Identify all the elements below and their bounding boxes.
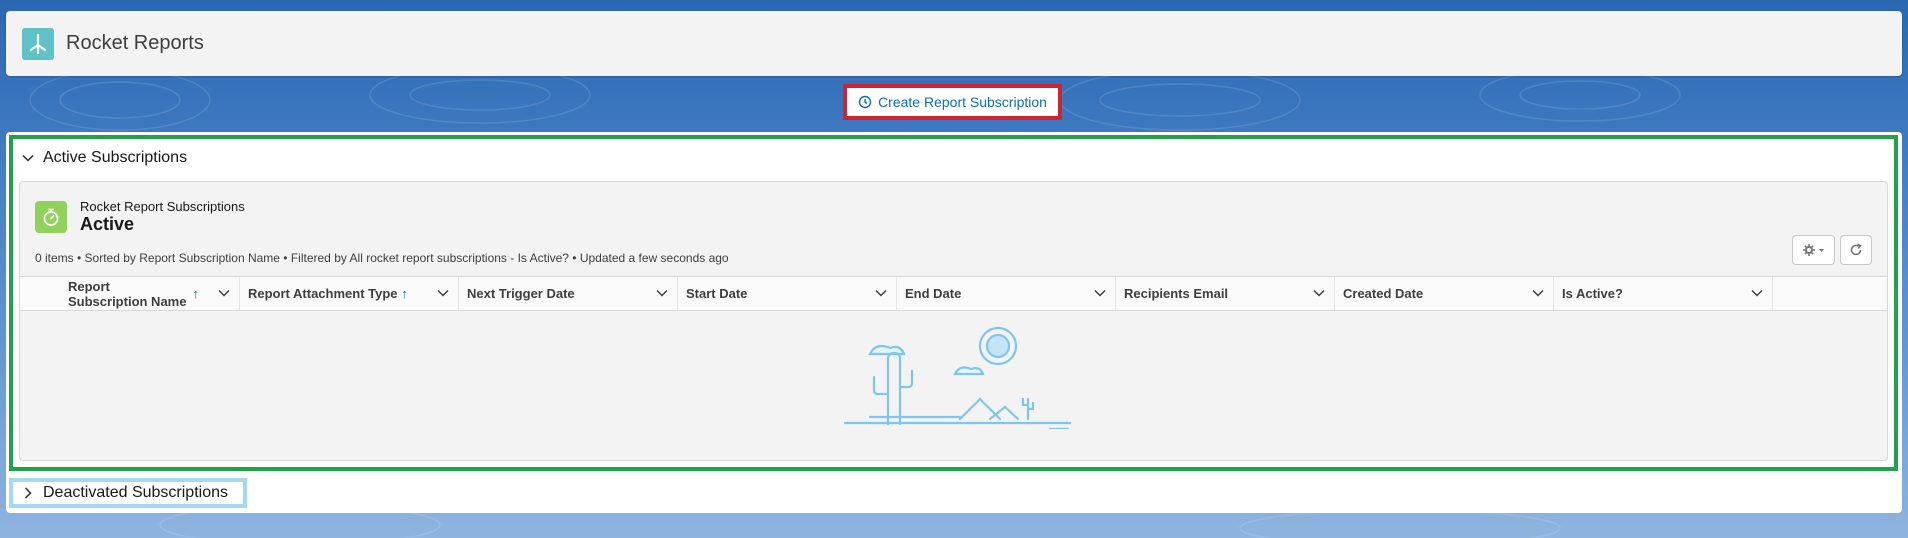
chevron-down-icon[interactable] <box>655 286 669 300</box>
column-header-report-attachment-type[interactable]: Report Attachment Type ↑ <box>239 277 458 310</box>
refresh-button[interactable] <box>1840 235 1872 265</box>
refresh-icon <box>1850 243 1862 256</box>
chevron-right-icon <box>24 487 32 499</box>
column-header-report-subscription-name[interactable]: Report Subscription Name ↑ <box>60 277 239 310</box>
sort-ascending-icon: ↑ <box>401 286 409 301</box>
column-header-start-date[interactable]: Start Date <box>677 277 896 310</box>
create-report-subscription-label: Create Report Subscription <box>878 94 1047 110</box>
list-view-settings-button[interactable] <box>1792 235 1835 265</box>
gear-icon <box>1802 244 1824 256</box>
column-header-is-active[interactable]: Is Active? <box>1553 277 1772 310</box>
chevron-down-icon <box>22 154 34 162</box>
list-view-meta: 0 items • Sorted by Report Subscription … <box>35 251 729 265</box>
clock-icon <box>858 95 872 109</box>
app-header: Rocket Reports <box>6 11 1902 76</box>
chevron-down-icon[interactable] <box>874 286 888 300</box>
chevron-down-icon[interactable] <box>1093 286 1107 300</box>
app-logo-icon <box>22 27 54 60</box>
create-report-subscription-button[interactable]: Create Report Subscription <box>858 94 1047 110</box>
app-title: Rocket Reports <box>66 32 204 54</box>
list-view-name: Active <box>80 214 135 234</box>
sort-ascending-icon: ↑ <box>192 286 200 301</box>
column-header-next-trigger-date[interactable]: Next Trigger Date <box>458 277 677 310</box>
create-subscription-highlight: Create Report Subscription <box>843 84 1062 120</box>
object-label: Rocket Report Subscriptions <box>80 199 245 214</box>
active-subscriptions-section: Active Subscriptions Rocket Report Subsc… <box>9 135 1898 471</box>
deactivated-subscriptions-title: Deactivated Subscriptions <box>43 484 228 501</box>
active-subscriptions-toggle[interactable]: Active Subscriptions <box>21 149 187 167</box>
deactivated-subscriptions-toggle[interactable]: Deactivated Subscriptions <box>9 478 247 508</box>
column-header-end-date[interactable]: End Date <box>896 277 1115 310</box>
chevron-down-icon[interactable] <box>1531 286 1545 300</box>
active-subscriptions-title: Active Subscriptions <box>43 149 188 166</box>
chevron-down-icon[interactable] <box>436 286 450 300</box>
stopwatch-icon <box>35 201 67 233</box>
list-view-card: Rocket Report Subscriptions Active 0 ite… <box>19 181 1888 461</box>
chevron-down-icon[interactable] <box>1750 286 1764 300</box>
table-header: Report Subscription Name ↑ Report Attach… <box>20 276 1887 311</box>
chevron-down-icon[interactable] <box>217 286 231 300</box>
column-header-created-date[interactable]: Created Date <box>1334 277 1553 310</box>
desert-empty-state-icon <box>843 326 1072 429</box>
column-header-actions <box>1772 277 1825 310</box>
chevron-down-icon[interactable] <box>1312 286 1326 300</box>
column-header-recipients-email[interactable]: Recipients Email <box>1115 277 1334 310</box>
